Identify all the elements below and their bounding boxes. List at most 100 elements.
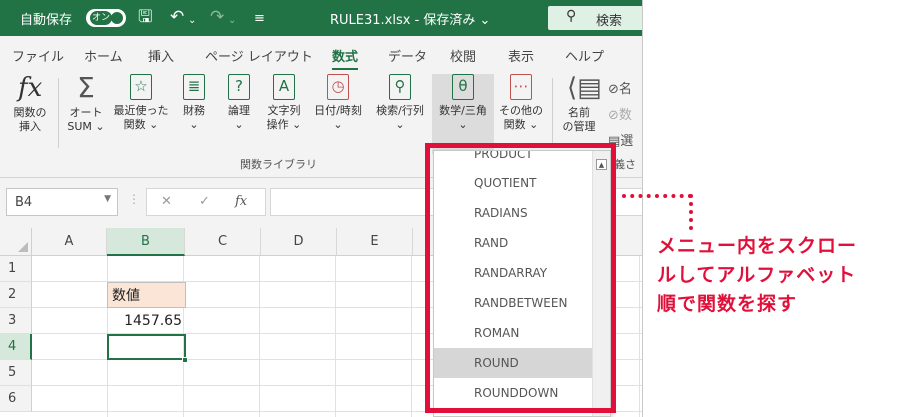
save-icon[interactable]: 🖫 xyxy=(138,7,152,27)
cell-b4-active[interactable] xyxy=(107,334,186,360)
redo-dropdown-icon[interactable]: ⌄ xyxy=(228,11,236,31)
name-manager-button[interactable]: ⟨▤ 名前 の管理 xyxy=(558,73,602,134)
row-header-3[interactable]: 3 xyxy=(0,308,32,334)
customize-toolbar-icon[interactable]: ≡ xyxy=(254,9,265,29)
text-button[interactable]: A 文字列 操作 ⌄ xyxy=(262,74,306,132)
column-header-e[interactable]: E xyxy=(337,228,413,256)
annotation-line: 順で関数を探す xyxy=(657,293,798,315)
use-in-formula-label: 数 xyxy=(618,108,632,123)
search-book-icon: ⚲ xyxy=(389,74,411,100)
ribbon-separator xyxy=(58,78,59,148)
row-header-4[interactable]: 4 xyxy=(0,334,32,360)
row-header-2[interactable]: 2 xyxy=(0,282,32,308)
column-header-b[interactable]: B xyxy=(107,228,185,256)
undo-dropdown-icon[interactable]: ⌄ xyxy=(188,11,196,31)
tab-formulas[interactable]: 数式 xyxy=(332,46,359,71)
defined-names-group-label: 義さ xyxy=(614,158,636,171)
more-functions-button[interactable]: ⋯ その他の 関数 ⌄ xyxy=(496,74,546,132)
button-label: 論理 xyxy=(228,104,250,117)
button-label: その他の xyxy=(499,104,543,117)
button-label: 財務 xyxy=(183,104,205,117)
enter-icon[interactable]: ✓ xyxy=(199,194,210,209)
button-label: ⌄ xyxy=(458,118,468,131)
file-title[interactable]: RULE31.xlsx - 保存済み ⌄ xyxy=(330,9,490,28)
button-label: ⌄ xyxy=(333,118,343,131)
button-label: 関数 ⌄ xyxy=(503,118,539,131)
connector-line xyxy=(622,194,692,198)
cell-b3[interactable]: 1457.65 xyxy=(107,308,186,334)
highlight-frame xyxy=(425,143,616,413)
logical-button[interactable]: ? 論理 ⌄ xyxy=(218,74,260,132)
undo-icon[interactable]: ↶ xyxy=(170,7,184,27)
autosave-toggle[interactable]: オン xyxy=(86,9,126,27)
fill-handle[interactable] xyxy=(182,357,188,363)
row-header-6[interactable]: 6 xyxy=(0,386,32,412)
recently-used-button[interactable]: ☆ 最近使った 関数 ⌄ xyxy=(110,74,172,132)
insert-function-icon[interactable]: fx xyxy=(235,194,247,209)
define-name-label: 名 xyxy=(618,82,632,97)
button-label: 検索/行列 xyxy=(376,104,424,117)
ribbon-separator xyxy=(552,78,553,148)
star-book-icon: ☆ xyxy=(130,74,152,100)
function-library-group-label: 関数ライブラリ xyxy=(240,158,317,171)
tab-review[interactable]: 校閲 xyxy=(450,46,476,65)
use-in-formula-icon[interactable]: ⊘数 xyxy=(608,104,632,123)
fx-icon: fx xyxy=(18,73,43,103)
column-header-a[interactable]: A xyxy=(32,228,107,256)
drag-handle-icon[interactable]: ⋮ xyxy=(128,192,140,206)
button-label: SUM ⌄ xyxy=(67,120,105,133)
connector-line xyxy=(689,194,693,230)
name-box[interactable]: B4 ▼ xyxy=(6,188,118,216)
annotation-line: メニュー内をスクロー xyxy=(657,235,858,257)
tab-help[interactable]: ヘルプ xyxy=(565,46,604,65)
button-label: 数学/三角 xyxy=(439,104,487,117)
date-time-button[interactable]: ◷ 日付/時刻 ⌄ xyxy=(308,74,368,132)
cell-b2[interactable]: 数値 xyxy=(107,282,186,308)
cancel-icon[interactable]: ✕ xyxy=(161,194,172,209)
button-label: ⌄ xyxy=(234,118,244,131)
financial-button[interactable]: ≣ 財務 ⌄ xyxy=(174,74,214,132)
tab-page-layout[interactable]: ページ レイアウト xyxy=(205,46,313,65)
button-label: 関数 ⌄ xyxy=(123,118,159,131)
button-label: 挿入 xyxy=(19,120,41,133)
lookup-reference-button[interactable]: ⚲ 検索/行列 ⌄ xyxy=(370,74,430,132)
row-header-1[interactable]: 1 xyxy=(0,256,32,282)
search-label: 検索 xyxy=(596,14,623,29)
button-label: 文字列 xyxy=(267,104,301,117)
button-label: 関数の xyxy=(13,106,47,119)
tab-insert[interactable]: 挿入 xyxy=(148,46,174,65)
button-label: ⌄ xyxy=(395,118,405,131)
button-label: の管理 xyxy=(562,120,596,133)
tab-view[interactable]: 表示 xyxy=(508,46,534,65)
chevron-down-icon[interactable]: ▼ xyxy=(104,194,111,204)
search-box[interactable]: ⚲ 検索 xyxy=(548,6,642,30)
formula-controls: ✕ ✓ fx xyxy=(146,188,266,216)
math-trig-button[interactable]: θ 数学/三角 ⌄ xyxy=(432,74,494,154)
button-label: 操作 ⌄ xyxy=(266,118,302,131)
sigma-icon: Σ xyxy=(77,71,95,104)
select-all-button[interactable] xyxy=(0,228,32,256)
clock-book-icon: ◷ xyxy=(327,74,349,100)
tab-home[interactable]: ホーム xyxy=(84,46,123,65)
more-book-icon: ⋯ xyxy=(510,74,532,100)
autosave-state: オン xyxy=(90,11,112,25)
row-header-5[interactable]: 5 xyxy=(0,360,32,386)
ribbon-tabs: ファイル ホーム 挿入 ページ レイアウト 数式 データ 校閲 表示 ヘルプ xyxy=(0,36,642,71)
tab-file[interactable]: ファイル xyxy=(12,46,64,65)
toggle-knob xyxy=(111,12,123,24)
define-name-icon[interactable]: ⊘名 xyxy=(608,78,632,97)
redo-icon[interactable]: ↷ xyxy=(210,7,224,27)
insert-function-button[interactable]: fx 関数の 挿入 xyxy=(6,74,54,134)
theta-book-icon: θ xyxy=(452,74,474,100)
tab-data[interactable]: データ xyxy=(388,46,427,65)
coins-book-icon: ≣ xyxy=(183,74,205,100)
column-header-d[interactable]: D xyxy=(261,228,337,256)
button-label: 名前 xyxy=(568,106,590,119)
name-manager-icon: ⟨▤ xyxy=(567,73,602,103)
create-from-selection-label: 選 xyxy=(620,134,634,149)
autosum-button[interactable]: Σ オート SUM ⌄ xyxy=(62,74,110,134)
button-label: 最近使った xyxy=(113,104,169,117)
column-header-c[interactable]: C xyxy=(185,228,261,256)
button-label: ⌄ xyxy=(189,118,199,131)
autosave-label: 自動保存 xyxy=(20,13,73,28)
